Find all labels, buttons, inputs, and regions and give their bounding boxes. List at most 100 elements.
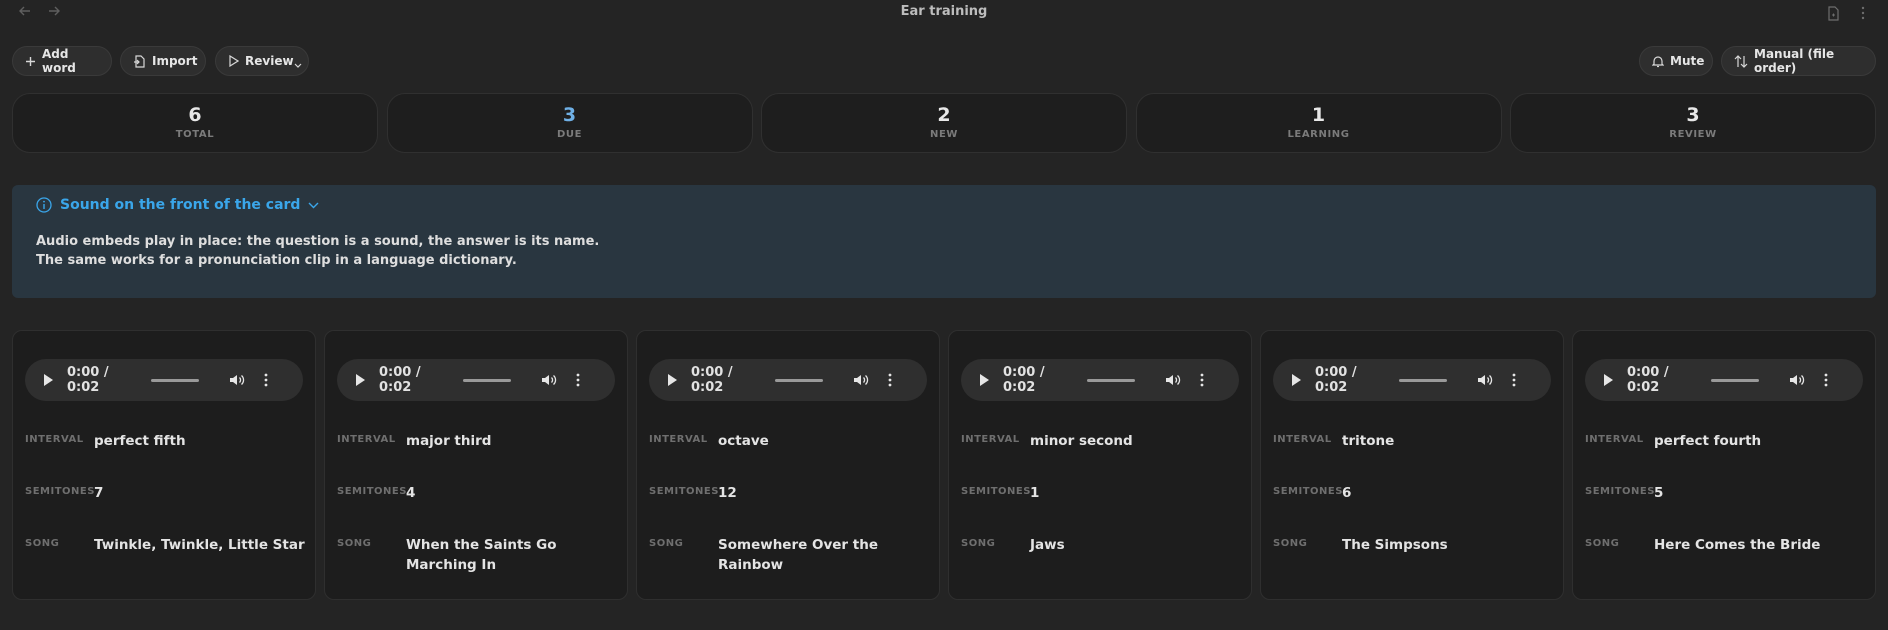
- audio-player: 0:00 / 0:02: [649, 359, 927, 401]
- audio-player: 0:00 / 0:02: [1273, 359, 1551, 401]
- field-song: SONG Somewhere Over the Rainbow: [649, 535, 930, 575]
- more-vertical-icon[interactable]: [883, 370, 897, 390]
- field-label: SEMITONES: [1585, 486, 1655, 497]
- stat-review: 3 REVIEW: [1510, 93, 1876, 153]
- audio-player: 0:00 / 0:02: [961, 359, 1239, 401]
- audio-time: 0:00 / 0:02: [1627, 365, 1669, 395]
- audio-time: 0:00 / 0:02: [67, 365, 109, 395]
- field-value: perfect fifth: [94, 433, 186, 449]
- play-icon[interactable]: [349, 369, 371, 391]
- more-vertical-icon[interactable]: [259, 370, 273, 390]
- field-song: SONG The Simpsons: [1273, 535, 1554, 555]
- flashcard[interactable]: 0:00 / 0:02 INTERVAL octave SEMITONES 12…: [636, 330, 940, 600]
- audio-progress-slider[interactable]: [1711, 378, 1759, 382]
- flashcard[interactable]: 0:00 / 0:02 INTERVAL major third SEMITON…: [324, 330, 628, 600]
- toolbar: Add word Import Review Mute Manual (file…: [12, 46, 1876, 76]
- volume-icon[interactable]: [1787, 370, 1807, 390]
- field-value: octave: [718, 433, 769, 449]
- info-callout: Sound on the front of the card Audio emb…: [12, 185, 1876, 298]
- sort-button[interactable]: Manual (file order): [1721, 46, 1876, 76]
- title-bar: Ear training: [0, 0, 1888, 26]
- field-label: SEMITONES: [649, 486, 719, 497]
- more-vertical-icon[interactable]: [571, 370, 585, 390]
- audio-progress-slider[interactable]: [775, 378, 823, 382]
- stat-value: 3: [562, 104, 577, 126]
- field-interval: INTERVAL perfect fourth: [1585, 431, 1866, 451]
- field-label: SEMITONES: [25, 486, 95, 497]
- field-song: SONG Jaws: [961, 535, 1242, 555]
- play-icon[interactable]: [37, 369, 59, 391]
- more-vertical-icon[interactable]: [1195, 370, 1209, 390]
- add-word-label: Add word: [42, 47, 76, 75]
- field-label: INTERVAL: [337, 434, 396, 445]
- review-button[interactable]: Review: [215, 46, 309, 76]
- chevron-down-icon: [308, 202, 319, 208]
- callout-line: The same works for a pronunciation clip …: [36, 253, 517, 268]
- flashcard[interactable]: 0:00 / 0:02 INTERVAL minor second SEMITO…: [948, 330, 1252, 600]
- field-label: SEMITONES: [337, 486, 407, 497]
- more-vertical-icon[interactable]: [1507, 370, 1521, 390]
- audio-time: 0:00 / 0:02: [379, 365, 421, 395]
- stat-total: 6 TOTAL: [12, 93, 378, 153]
- import-icon: [134, 54, 145, 68]
- field-semitones: SEMITONES 12: [649, 483, 930, 503]
- field-song: SONG When the Saints Go Marching In: [337, 535, 618, 575]
- field-semitones: SEMITONES 7: [25, 483, 306, 503]
- volume-icon[interactable]: [851, 370, 871, 390]
- stat-value: 1: [1311, 104, 1326, 126]
- field-value: minor second: [1030, 433, 1133, 449]
- field-label: INTERVAL: [649, 434, 708, 445]
- field-value: 7: [94, 485, 104, 501]
- field-song: SONG Here Comes the Bride: [1585, 535, 1866, 555]
- audio-player: 0:00 / 0:02: [25, 359, 303, 401]
- window-title: Ear training: [900, 4, 988, 19]
- audio-progress-slider[interactable]: [151, 378, 199, 382]
- info-icon: [36, 197, 52, 213]
- callout-title: Sound on the front of the card: [60, 197, 301, 213]
- sort-icon: [1734, 54, 1748, 68]
- volume-icon[interactable]: [1163, 370, 1183, 390]
- audio-progress-slider[interactable]: [1399, 378, 1447, 382]
- field-value: Here Comes the Bride: [1654, 537, 1821, 553]
- more-vertical-icon[interactable]: [1854, 4, 1872, 22]
- stat-value: 2: [937, 104, 951, 126]
- audio-time: 0:00 / 0:02: [691, 365, 733, 395]
- audio-progress-slider[interactable]: [463, 378, 511, 382]
- callout-header[interactable]: Sound on the front of the card: [36, 197, 319, 213]
- mute-button[interactable]: Mute: [1639, 46, 1713, 76]
- field-label: SONG: [337, 538, 372, 549]
- flashcard[interactable]: 0:00 / 0:02 INTERVAL perfect fifth SEMIT…: [12, 330, 316, 600]
- play-icon[interactable]: [661, 369, 683, 391]
- audio-progress-slider[interactable]: [1087, 378, 1135, 382]
- field-interval: INTERVAL octave: [649, 431, 930, 451]
- stat-label: DUE: [556, 129, 583, 140]
- chevron-down-icon[interactable]: [294, 63, 302, 69]
- field-label: SONG: [1585, 538, 1620, 549]
- flashcard[interactable]: 0:00 / 0:02 INTERVAL perfect fourth SEMI…: [1572, 330, 1876, 600]
- volume-icon[interactable]: [227, 370, 247, 390]
- volume-icon[interactable]: [539, 370, 559, 390]
- field-label: SONG: [961, 538, 996, 549]
- field-value: The Simpsons: [1342, 537, 1448, 553]
- field-label: INTERVAL: [1585, 434, 1644, 445]
- flashcard[interactable]: 0:00 / 0:02 INTERVAL tritone SEMITONES 6…: [1260, 330, 1564, 600]
- volume-icon[interactable]: [1475, 370, 1495, 390]
- play-icon[interactable]: [1597, 369, 1619, 391]
- field-label: SONG: [649, 538, 684, 549]
- plus-icon: [26, 56, 35, 66]
- more-vertical-icon[interactable]: [1819, 370, 1833, 390]
- review-label: Review: [245, 54, 294, 68]
- stat-due: 3 DUE: [386, 93, 753, 153]
- play-icon[interactable]: [973, 369, 995, 391]
- stat-value: 6: [188, 104, 202, 126]
- field-semitones: SEMITONES 6: [1273, 483, 1554, 503]
- field-value: 6: [1342, 485, 1352, 501]
- field-interval: INTERVAL minor second: [961, 431, 1242, 451]
- import-button[interactable]: Import: [120, 46, 206, 76]
- field-label: SONG: [1273, 538, 1308, 549]
- play-icon[interactable]: [1285, 369, 1307, 391]
- field-semitones: SEMITONES 4: [337, 483, 618, 503]
- document-icon[interactable]: [1824, 4, 1842, 22]
- add-word-button[interactable]: Add word: [12, 46, 112, 76]
- card-grid: 0:00 / 0:02 INTERVAL perfect fifth SEMIT…: [12, 330, 1876, 600]
